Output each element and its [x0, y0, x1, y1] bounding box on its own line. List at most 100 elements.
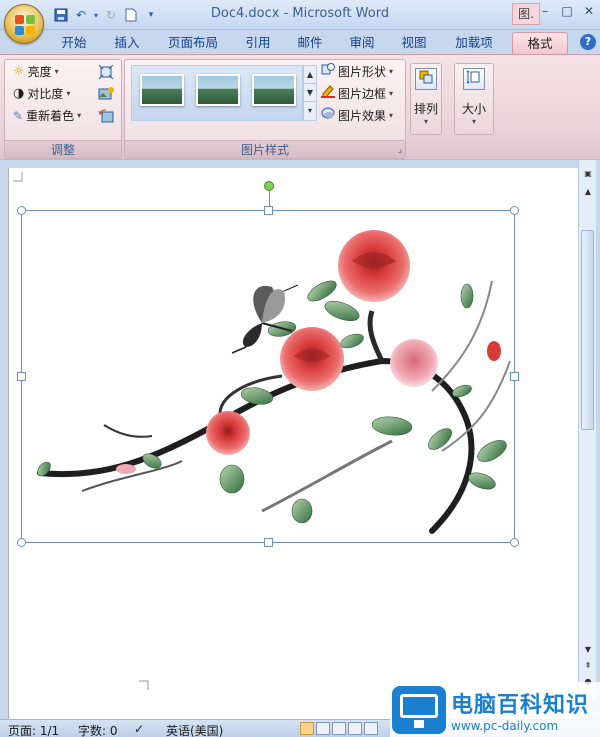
ribbon: ☼ 亮度 ▾ ◑ 对比度 ▾ ✎ 重新着色 ▾ 调整 ▲ ▼ ▾ 图片形状 ▾ …: [0, 54, 600, 160]
tab-review[interactable]: 审阅: [340, 32, 384, 54]
quick-access-toolbar: ↶ ▾ ↻ ▾: [52, 5, 160, 25]
language-indicator[interactable]: 英语(美国): [166, 722, 223, 737]
vertical-scrollbar[interactable]: ▣ ▲ ▼ ⇞ ●: [578, 160, 596, 700]
dropdown-arrow-icon: ▾: [389, 89, 394, 98]
gallery-more-icon[interactable]: ▾: [304, 102, 316, 120]
reset-picture-icon[interactable]: [97, 107, 115, 125]
watermark-url: www.pc-daily.com: [451, 718, 559, 733]
customize-qat-icon[interactable]: ▾: [142, 6, 160, 24]
dropdown-arrow-icon: ▾: [389, 67, 394, 76]
full-screen-reading-view-icon[interactable]: [316, 722, 330, 735]
maximize-button[interactable]: □: [556, 0, 578, 22]
scroll-down-icon[interactable]: ▼: [580, 642, 596, 658]
rotate-handle[interactable]: [264, 181, 274, 191]
page-count[interactable]: 页面: 1/1: [8, 722, 59, 737]
tab-format[interactable]: 格式: [512, 32, 568, 54]
picture-border-label: 图片边框: [338, 87, 387, 101]
brightness-icon: ☼: [13, 64, 25, 79]
office-button[interactable]: [4, 4, 44, 44]
ruler-toggle-icon[interactable]: ▣: [580, 166, 596, 182]
tab-mailings[interactable]: 邮件: [288, 32, 332, 54]
resize-handle-top-left[interactable]: [17, 206, 26, 215]
margin-corner-icon: [139, 680, 149, 690]
tab-add-ins[interactable]: 加载项: [444, 32, 504, 54]
arrange-label: 排列: [413, 102, 438, 116]
arrange-button[interactable]: 排列 ▾: [410, 63, 442, 135]
redo-icon[interactable]: ↻: [102, 6, 120, 24]
dropdown-arrow-icon: ▾: [77, 111, 82, 120]
document-area: [0, 160, 600, 719]
resize-handle-bottom-right[interactable]: [510, 538, 519, 547]
tab-view[interactable]: 视图: [392, 32, 436, 54]
dropdown-arrow-icon: ▾: [54, 67, 59, 76]
picture-style-thumbnail[interactable]: [196, 74, 240, 106]
close-button[interactable]: ✕: [578, 0, 600, 22]
resize-handle-top-right[interactable]: [510, 206, 519, 215]
scroll-thumb[interactable]: [581, 230, 594, 430]
scroll-up-icon[interactable]: ▲: [580, 184, 596, 200]
proofing-icon[interactable]: ✓: [134, 722, 144, 736]
picture-shape-label: 图片形状: [338, 65, 387, 79]
selected-picture[interactable]: [17, 181, 519, 547]
gallery-scroll: ▲ ▼ ▾: [303, 65, 317, 121]
dropdown-arrow-icon: ▾: [66, 89, 71, 98]
group-adjust-label: 调整: [5, 140, 121, 158]
change-picture-icon[interactable]: [97, 85, 115, 103]
print-layout-view-icon[interactable]: [300, 722, 314, 735]
resize-handle-bottom[interactable]: [264, 538, 273, 547]
picture-styles-gallery[interactable]: [131, 65, 303, 121]
picture-effects-button[interactable]: 图片效果 ▾: [321, 106, 393, 126]
previous-page-icon[interactable]: ⇞: [580, 658, 596, 674]
picture-border-button[interactable]: 图片边框 ▾: [321, 84, 393, 104]
tab-home[interactable]: 开始: [50, 32, 98, 54]
word-count[interactable]: 字数: 0: [78, 722, 118, 737]
watermark-title: 电脑百科知识: [451, 692, 590, 718]
contrast-icon: ◑: [13, 86, 25, 101]
tab-insert[interactable]: 插入: [104, 32, 150, 54]
gallery-down-icon[interactable]: ▼: [304, 84, 316, 102]
undo-dropdown-icon[interactable]: ▾: [92, 6, 100, 24]
picture-effects-label: 图片效果: [338, 109, 387, 123]
picture-style-thumbnail[interactable]: [140, 74, 184, 106]
resize-handle-top[interactable]: [264, 206, 273, 215]
contrast-label: 对比度: [27, 87, 64, 101]
size-label: 大小: [461, 102, 486, 116]
office-logo-icon: [15, 15, 35, 35]
view-buttons: [300, 722, 378, 735]
picture-style-thumbnail[interactable]: [252, 74, 296, 106]
save-icon[interactable]: [52, 6, 70, 24]
site-watermark: 电脑百科知识 www.pc-daily.com: [390, 682, 600, 737]
arrange-icon: [415, 68, 437, 90]
tab-references[interactable]: 引用: [236, 32, 280, 54]
ribbon-tabs: 开始 插入 页面布局 引用 邮件 审阅 视图 加载项 格式 ?: [0, 30, 600, 54]
recolor-icon: ✎: [13, 109, 24, 123]
dropdown-arrow-icon: ▾: [423, 117, 428, 126]
dropdown-arrow-icon: ▾: [471, 117, 476, 126]
dialog-launcher-icon[interactable]: ⌟: [398, 141, 402, 159]
web-layout-view-icon[interactable]: [332, 722, 346, 735]
new-document-icon[interactable]: [122, 6, 140, 24]
tab-page-layout[interactable]: 页面布局: [158, 32, 228, 54]
draft-view-icon[interactable]: [364, 722, 378, 735]
recolor-button[interactable]: ✎ 重新着色 ▾: [13, 106, 81, 126]
compress-pictures-icon[interactable]: [97, 63, 115, 81]
resize-handle-right[interactable]: [510, 372, 519, 381]
size-button[interactable]: 大小 ▾: [454, 63, 494, 135]
group-size: 大小 ▾: [452, 59, 496, 159]
brightness-button[interactable]: ☼ 亮度 ▾: [13, 62, 59, 82]
group-picture-styles-title: 图片样式: [240, 143, 289, 157]
contrast-button[interactable]: ◑ 对比度 ▾: [13, 84, 70, 104]
monitor-logo-icon: [392, 685, 446, 734]
minimize-button[interactable]: –: [534, 0, 556, 22]
recolor-label: 重新着色: [26, 109, 75, 123]
undo-icon[interactable]: ↶: [72, 6, 90, 24]
brightness-label: 亮度: [27, 65, 52, 79]
group-picture-styles: ▲ ▼ ▾ 图片形状 ▾ 图片边框 ▾ 图片效果 ▾ 图片样式 ⌟: [124, 59, 406, 159]
help-icon[interactable]: ?: [580, 34, 596, 50]
resize-handle-left[interactable]: [17, 372, 26, 381]
picture-shape-button[interactable]: 图片形状 ▾: [321, 62, 393, 82]
gallery-up-icon[interactable]: ▲: [304, 66, 316, 84]
outline-view-icon[interactable]: [348, 722, 362, 735]
resize-handle-bottom-left[interactable]: [17, 538, 26, 547]
document-page[interactable]: [8, 168, 578, 719]
